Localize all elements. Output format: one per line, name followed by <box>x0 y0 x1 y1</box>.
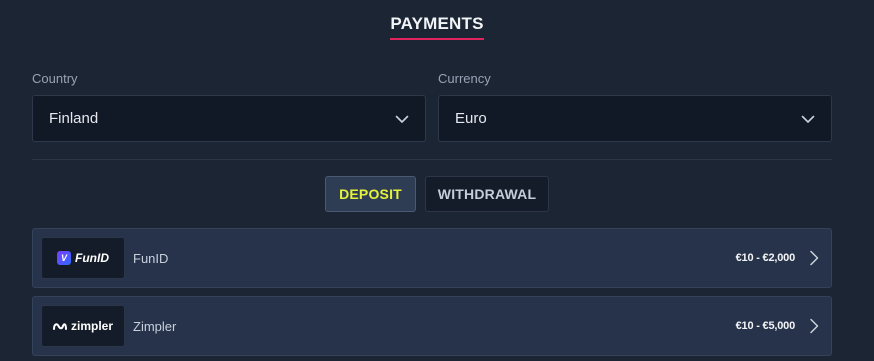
funid-logo-text: FunID <box>75 251 109 265</box>
zimpler-logo: zimpler <box>41 305 125 347</box>
payment-method-zimpler[interactable]: zimpler Zimpler €10 - €5,000 <box>32 296 832 356</box>
method-name: FunID <box>133 250 169 266</box>
method-range: €10 - €5,000 <box>735 320 796 332</box>
payment-method-funid[interactable]: V FunID FunID €10 - €2,000 <box>32 228 832 288</box>
chevron-right-icon <box>810 250 819 266</box>
chevron-right-icon <box>810 318 819 334</box>
tab-deposit[interactable]: DEPOSIT <box>325 176 416 212</box>
method-range: €10 - €2,000 <box>735 252 796 264</box>
payment-type-tabs: DEPOSIT WITHDRAWAL <box>0 176 874 212</box>
currency-select-value: Euro <box>455 110 487 127</box>
zimpler-logo-icon <box>52 323 67 330</box>
funid-logo-icon: V <box>57 251 71 265</box>
country-select-value: Finland <box>49 110 99 127</box>
currency-select[interactable]: Euro <box>438 95 832 142</box>
section-divider <box>32 159 832 160</box>
currency-label: Currency <box>438 71 491 86</box>
country-select[interactable]: Finland <box>32 95 426 142</box>
tab-withdrawal[interactable]: WITHDRAWAL <box>425 176 549 212</box>
country-label: Country <box>32 71 78 86</box>
page-title: PAYMENTS <box>390 14 484 40</box>
chevron-down-icon <box>801 115 815 123</box>
zimpler-logo-text: zimpler <box>70 319 113 333</box>
method-name: Zimpler <box>133 318 177 334</box>
page-header: PAYMENTS <box>0 14 874 40</box>
payments-page: PAYMENTS Country Finland Currency Euro D… <box>0 0 874 361</box>
chevron-down-icon <box>395 115 409 123</box>
funid-logo: V FunID <box>41 237 125 279</box>
